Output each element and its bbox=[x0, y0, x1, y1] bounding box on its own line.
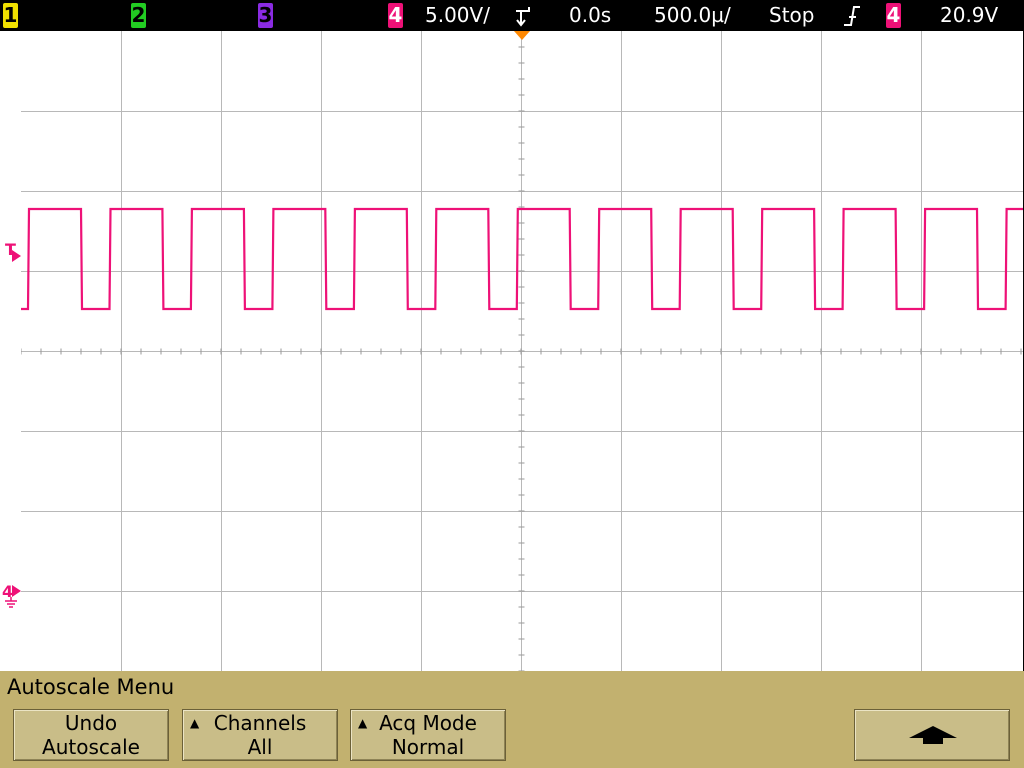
channel-2-indicator[interactable]: 2 bbox=[131, 3, 146, 28]
channel-3-indicator[interactable]: 3 bbox=[258, 3, 273, 28]
graticule bbox=[21, 31, 1023, 671]
time-per-div: 500.0µ/ bbox=[654, 3, 731, 27]
channel-2-label: 2 bbox=[131, 3, 146, 27]
channels-line1: Channels bbox=[213, 711, 307, 735]
waveform-display bbox=[21, 31, 1023, 671]
channel-4-indicator[interactable]: 4 bbox=[388, 3, 403, 28]
trigger-level: 20.9V bbox=[940, 3, 999, 27]
ground-icon bbox=[5, 597, 17, 608]
run-state: Stop bbox=[769, 3, 815, 27]
undo-autoscale-line1: Undo bbox=[64, 711, 118, 735]
up-arrow-icon bbox=[909, 726, 957, 744]
trigger-level-arrow-icon bbox=[12, 250, 21, 262]
left-margin bbox=[0, 31, 21, 671]
undo-autoscale-button[interactable]: Undo Autoscale bbox=[13, 709, 169, 761]
menu-title: Autoscale Menu bbox=[7, 675, 175, 699]
acq-mode-selector-arrow-icon: ▲ bbox=[358, 716, 368, 730]
volts-per-div: 5.00V/ bbox=[425, 3, 490, 27]
channels-line2: All bbox=[247, 735, 273, 759]
rising-edge-icon bbox=[844, 6, 860, 26]
undo-autoscale-line2: Autoscale bbox=[42, 735, 140, 759]
channel-1-indicator[interactable]: 1 bbox=[3, 3, 18, 28]
channel-3-label: 3 bbox=[258, 3, 273, 27]
trigger-position-icon bbox=[516, 7, 530, 27]
channels-button[interactable]: ▲ Channels All bbox=[182, 709, 338, 761]
acq-mode-line1: Acq Mode bbox=[379, 711, 477, 735]
trigger-time-marker-icon bbox=[514, 31, 530, 40]
trigger-source-indicator[interactable]: 4 bbox=[886, 3, 901, 28]
acq-mode-button[interactable]: ▲ Acq Mode Normal bbox=[350, 709, 506, 761]
acq-mode-line2: Normal bbox=[391, 735, 465, 759]
ch4-ground-arrow-icon bbox=[12, 585, 21, 597]
softkey-menu: Autoscale Menu Undo Autoscale ▲ Channels… bbox=[0, 671, 1024, 768]
channel-1-label: 1 bbox=[3, 3, 18, 27]
channel-4-label: 4 bbox=[388, 3, 403, 27]
status-bar: 1 2 3 4 5.00V/ 0.0s 500.0µ/ Stop 4 20.9V bbox=[0, 0, 1024, 31]
menu-up-button[interactable] bbox=[854, 709, 1010, 761]
trigger-source-label: 4 bbox=[886, 3, 901, 27]
time-offset: 0.0s bbox=[569, 3, 612, 27]
channels-selector-arrow-icon: ▲ bbox=[190, 716, 200, 730]
